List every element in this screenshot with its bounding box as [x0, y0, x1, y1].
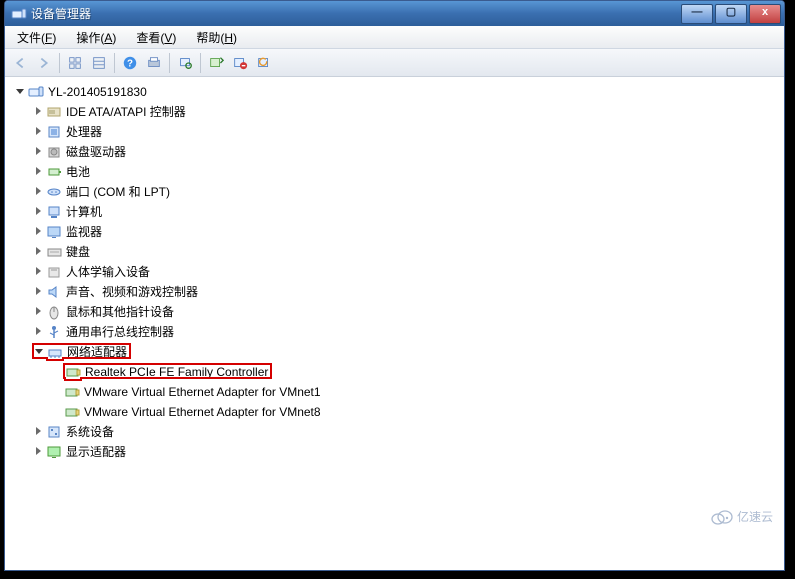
tree-node[interactable]: 系统设备	[33, 421, 778, 441]
toolbar: ?	[5, 49, 784, 77]
menu-action[interactable]: 操作(A)	[68, 27, 124, 48]
maximize-button[interactable]: ▢	[715, 4, 747, 24]
tree-node[interactable]: 声音、视频和游戏控制器	[33, 281, 778, 301]
no-arrow	[51, 386, 62, 397]
tree-leaf-label: Realtek PCIe FE Family Controller	[85, 365, 268, 379]
tree-node[interactable]: IDE ATA/ATAPI 控制器	[33, 101, 778, 121]
expand-arrow-icon[interactable]	[33, 146, 44, 157]
tree-node-label: 系统设备	[66, 425, 114, 439]
menu-file[interactable]: 文件(F)	[9, 27, 64, 48]
device-manager-window: 设备管理器 — ▢ x 文件(F) 操作(A) 查看(V) 帮助(H) ? YL…	[4, 0, 785, 571]
uninstall-device-icon[interactable]	[229, 52, 251, 74]
tree-node-label: 监视器	[66, 225, 102, 239]
tree-leaf-label: VMware Virtual Ethernet Adapter for VMne…	[84, 385, 321, 399]
expand-arrow-icon[interactable]	[15, 86, 26, 97]
no-arrow	[51, 366, 62, 377]
svg-text:?: ?	[127, 58, 133, 69]
expand-arrow-icon[interactable]	[33, 246, 44, 257]
toolbar-separator	[114, 53, 115, 73]
tree-node-label: 端口 (COM 和 LPT)	[66, 185, 170, 199]
tree-pane[interactable]: YL-201405191830 IDE ATA/ATAPI 控制器处理器磁盘驱动器…	[5, 77, 784, 570]
tree-node[interactable]: 磁盘驱动器	[33, 141, 778, 161]
tree-node-label: 计算机	[66, 205, 102, 219]
tree-node[interactable]: 显示适配器	[33, 441, 778, 461]
expand-arrow-icon[interactable]	[33, 446, 44, 457]
tree-node-label: 键盘	[66, 245, 90, 259]
forward-icon	[33, 52, 55, 74]
tree-leaf-label: VMware Virtual Ethernet Adapter for VMne…	[84, 405, 321, 419]
tree-leaf[interactable]: VMware Virtual Ethernet Adapter for VMne…	[51, 401, 778, 421]
expand-arrow-icon[interactable]	[33, 186, 44, 197]
tree-node-label: IDE ATA/ATAPI 控制器	[66, 105, 186, 119]
expand-arrow-icon[interactable]	[33, 286, 44, 297]
no-arrow	[51, 406, 62, 417]
tree-node-label: 网络适配器	[67, 345, 127, 359]
expand-arrow-icon[interactable]	[33, 106, 44, 117]
tree-root[interactable]: YL-201405191830	[15, 81, 778, 101]
tree-node[interactable]: 网络适配器	[33, 341, 778, 361]
expand-arrow-icon[interactable]	[33, 326, 44, 337]
tree-node-label: 显示适配器	[66, 445, 126, 459]
menubar: 文件(F) 操作(A) 查看(V) 帮助(H)	[5, 26, 784, 49]
view-details-icon[interactable]	[88, 52, 110, 74]
tree-node-label: 处理器	[66, 125, 102, 139]
expand-arrow-icon[interactable]	[33, 426, 44, 437]
tree-node[interactable]: 人体学输入设备	[33, 261, 778, 281]
tree-node[interactable]: 鼠标和其他指针设备	[33, 301, 778, 321]
menu-view[interactable]: 查看(V)	[128, 27, 184, 48]
watermark: 亿速云	[711, 508, 773, 525]
titlebar: 设备管理器 — ▢ x	[5, 1, 784, 26]
tree-node-label: 鼠标和其他指针设备	[66, 305, 174, 319]
tree-node[interactable]: 端口 (COM 和 LPT)	[33, 181, 778, 201]
close-button[interactable]: x	[749, 4, 781, 24]
tree-leaf[interactable]: Realtek PCIe FE Family Controller	[51, 361, 778, 381]
app-icon	[11, 6, 27, 22]
scan-hardware-icon[interactable]	[174, 52, 196, 74]
tree-node-label: 人体学输入设备	[66, 265, 150, 279]
tree-node[interactable]: 计算机	[33, 201, 778, 221]
tree-node[interactable]: 电池	[33, 161, 778, 181]
watermark-text: 亿速云	[737, 508, 773, 525]
disable-device-icon[interactable]	[253, 52, 275, 74]
expand-arrow-icon[interactable]	[33, 166, 44, 177]
window-title: 设备管理器	[31, 5, 680, 22]
tree-node[interactable]: 通用串行总线控制器	[33, 321, 778, 341]
expand-arrow-icon[interactable]	[34, 346, 45, 357]
tree-node-label: 磁盘驱动器	[66, 145, 126, 159]
expand-arrow-icon[interactable]	[33, 126, 44, 137]
print-icon[interactable]	[143, 52, 165, 74]
view-large-icons-icon[interactable]	[64, 52, 86, 74]
menu-help[interactable]: 帮助(H)	[188, 27, 245, 48]
toolbar-separator	[200, 53, 201, 73]
expand-arrow-icon[interactable]	[33, 206, 44, 217]
tree-node[interactable]: 监视器	[33, 221, 778, 241]
minimize-button[interactable]: —	[681, 4, 713, 24]
toolbar-separator	[59, 53, 60, 73]
tree-node-label: 声音、视频和游戏控制器	[66, 285, 198, 299]
tree-leaf[interactable]: VMware Virtual Ethernet Adapter for VMne…	[51, 381, 778, 401]
expand-arrow-icon[interactable]	[33, 306, 44, 317]
back-icon	[9, 52, 31, 74]
update-driver-icon[interactable]	[205, 52, 227, 74]
expand-arrow-icon[interactable]	[33, 266, 44, 277]
help-icon[interactable]: ?	[119, 52, 141, 74]
tree-node[interactable]: 键盘	[33, 241, 778, 261]
expand-arrow-icon[interactable]	[33, 226, 44, 237]
tree-node-label: 电池	[66, 165, 90, 179]
tree-node-label: 通用串行总线控制器	[66, 325, 174, 339]
toolbar-separator	[169, 53, 170, 73]
tree-node[interactable]: 处理器	[33, 121, 778, 141]
tree-root-label: YL-201405191830	[48, 85, 147, 99]
